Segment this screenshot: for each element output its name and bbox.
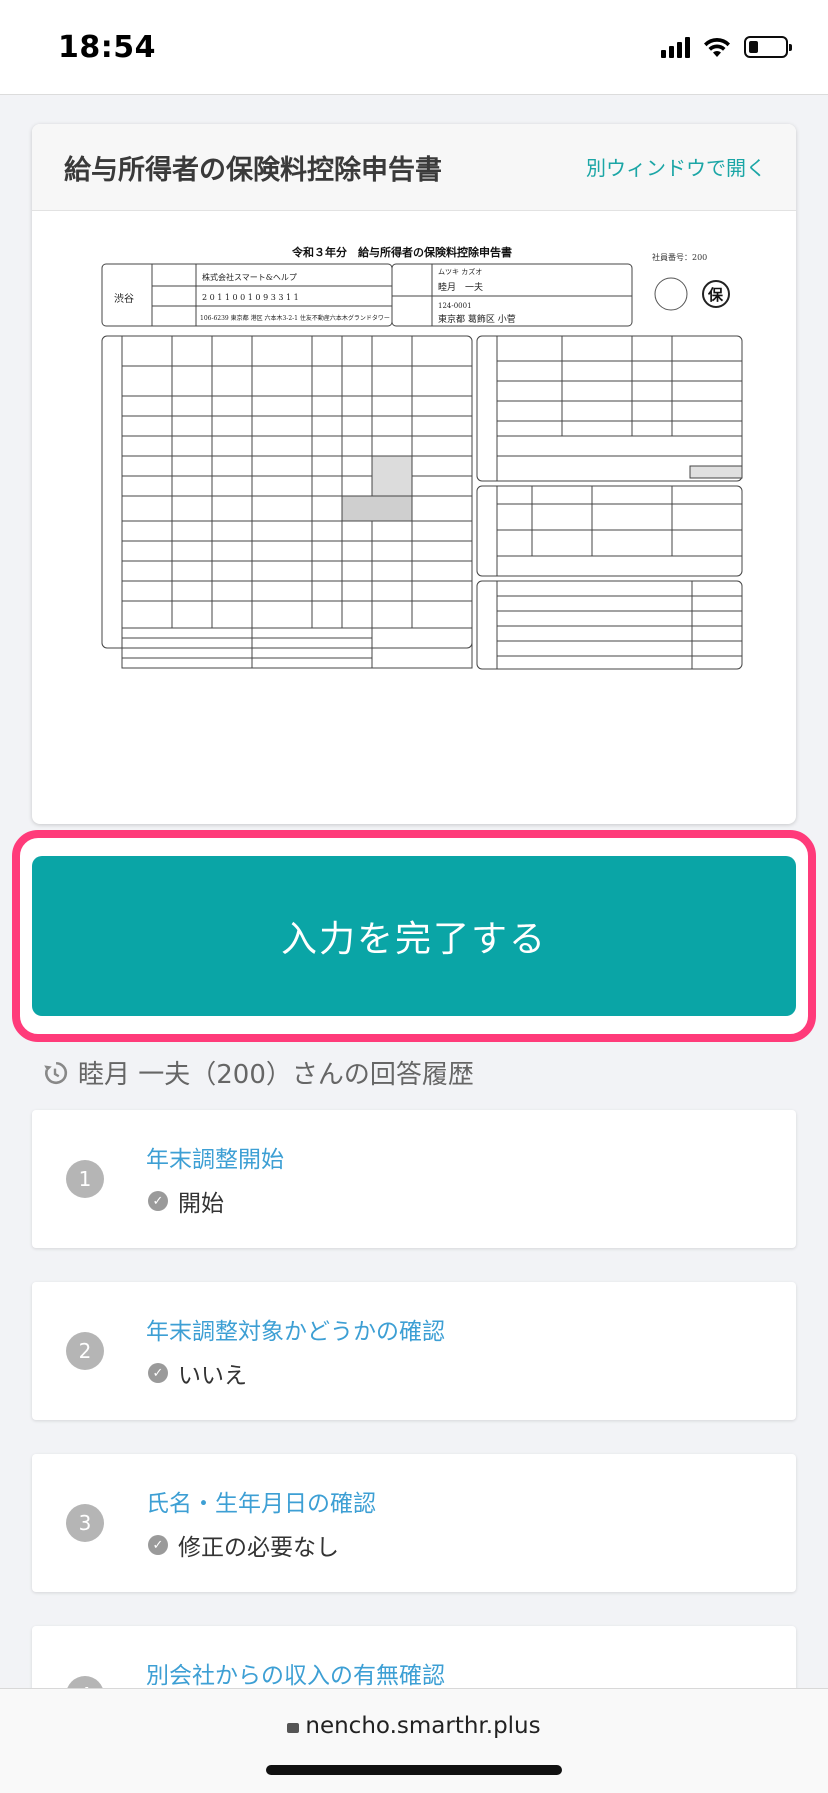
status-time: 18:54: [58, 30, 156, 65]
check-circle-icon: ✓: [148, 1363, 168, 1383]
home-indicator[interactable]: [266, 1765, 562, 1775]
open-in-new-window-link[interactable]: 別ウィンドウで開く: [586, 152, 766, 181]
check-circle-icon: ✓: [148, 1535, 168, 1555]
doc-name: 睦月 一夫: [438, 281, 483, 293]
doc-office: 渋谷: [114, 292, 134, 305]
history-question-link[interactable]: 氏名・生年月日の確認: [146, 1484, 376, 1518]
doc-company-address: 106-6239 東京都 港区 六本木3-2-1 住友不動産六本木グランドタワー: [200, 314, 390, 322]
doc-company-no: 2 0 1 1 0 0 1 0 9 3 3 1 1: [202, 293, 299, 302]
status-icons: [661, 36, 792, 58]
url-text: nencho.smarthr.plus: [305, 1713, 541, 1739]
complete-input-button[interactable]: 入力を完了する: [32, 856, 796, 1016]
history-answer: ✓ いいえ: [148, 1356, 247, 1390]
history-item[interactable]: 1 年末調整開始 ✓ 開始: [32, 1110, 796, 1248]
doc-heading: 令和３年分 給与所得者の保険料控除申告書: [291, 245, 512, 259]
battery-icon: [744, 36, 792, 58]
answer-text: 開始: [178, 1191, 224, 1217]
history-answer: ✓ 開始: [148, 1184, 224, 1218]
form-preview-card: 給与所得者の保険料控除申告書 別ウィンドウで開く 令和３年分 給与所得者の保険料…: [32, 124, 796, 824]
history-icon: [44, 1061, 68, 1084]
history-item[interactable]: 3 氏名・生年月日の確認 ✓ 修正の必要なし: [32, 1454, 796, 1592]
browser-url-bar[interactable]: nencho.smarthr.plus: [0, 1688, 828, 1793]
insurance-deduction-form-image: 令和３年分 給与所得者の保険料控除申告書 社員番号：200 保 渋谷 株式会社ス…: [101, 245, 743, 670]
doc-seal-char: 保: [707, 286, 724, 304]
history-question-link[interactable]: 年末調整開始: [146, 1140, 284, 1174]
cellular-signal-icon: [661, 36, 690, 58]
history-answer: ✓ 修正の必要なし: [148, 1528, 339, 1562]
form-title: 給与所得者の保険料控除申告書: [64, 155, 442, 186]
url-display[interactable]: nencho.smarthr.plus: [0, 1713, 828, 1739]
history-question-link[interactable]: 年末調整対象かどうかの確認: [146, 1312, 445, 1346]
answer-history-heading: 睦月 一夫（200）さんの回答履歴: [42, 1054, 474, 1091]
form-card-header: 給与所得者の保険料控除申告書 別ウィンドウで開く: [32, 124, 796, 211]
check-circle-icon: ✓: [148, 1191, 168, 1211]
wifi-icon: [704, 37, 730, 57]
doc-postal: 124-0001: [438, 302, 472, 310]
history-item[interactable]: 2 年末調整対象かどうかの確認 ✓ いいえ: [32, 1282, 796, 1420]
step-number: 3: [66, 1504, 104, 1542]
lock-icon: [287, 1723, 300, 1733]
doc-employee-no: 社員番号：200: [652, 252, 707, 262]
step-number: 2: [66, 1332, 104, 1370]
history-question-link[interactable]: 別会社からの収入の有無確認: [146, 1656, 445, 1690]
doc-company: 株式会社スマート&ヘルプ: [202, 272, 297, 282]
step-number: 1: [66, 1160, 104, 1198]
status-bar: 18:54: [0, 0, 828, 95]
answer-text: 修正の必要なし: [178, 1535, 339, 1561]
answer-text: いいえ: [178, 1363, 247, 1389]
doc-address: 東京都 葛飾区 小菅: [438, 313, 516, 325]
doc-furigana: ムツキ カズオ: [438, 267, 482, 276]
answer-history-title: 睦月 一夫（200）さんの回答履歴: [78, 1060, 474, 1090]
